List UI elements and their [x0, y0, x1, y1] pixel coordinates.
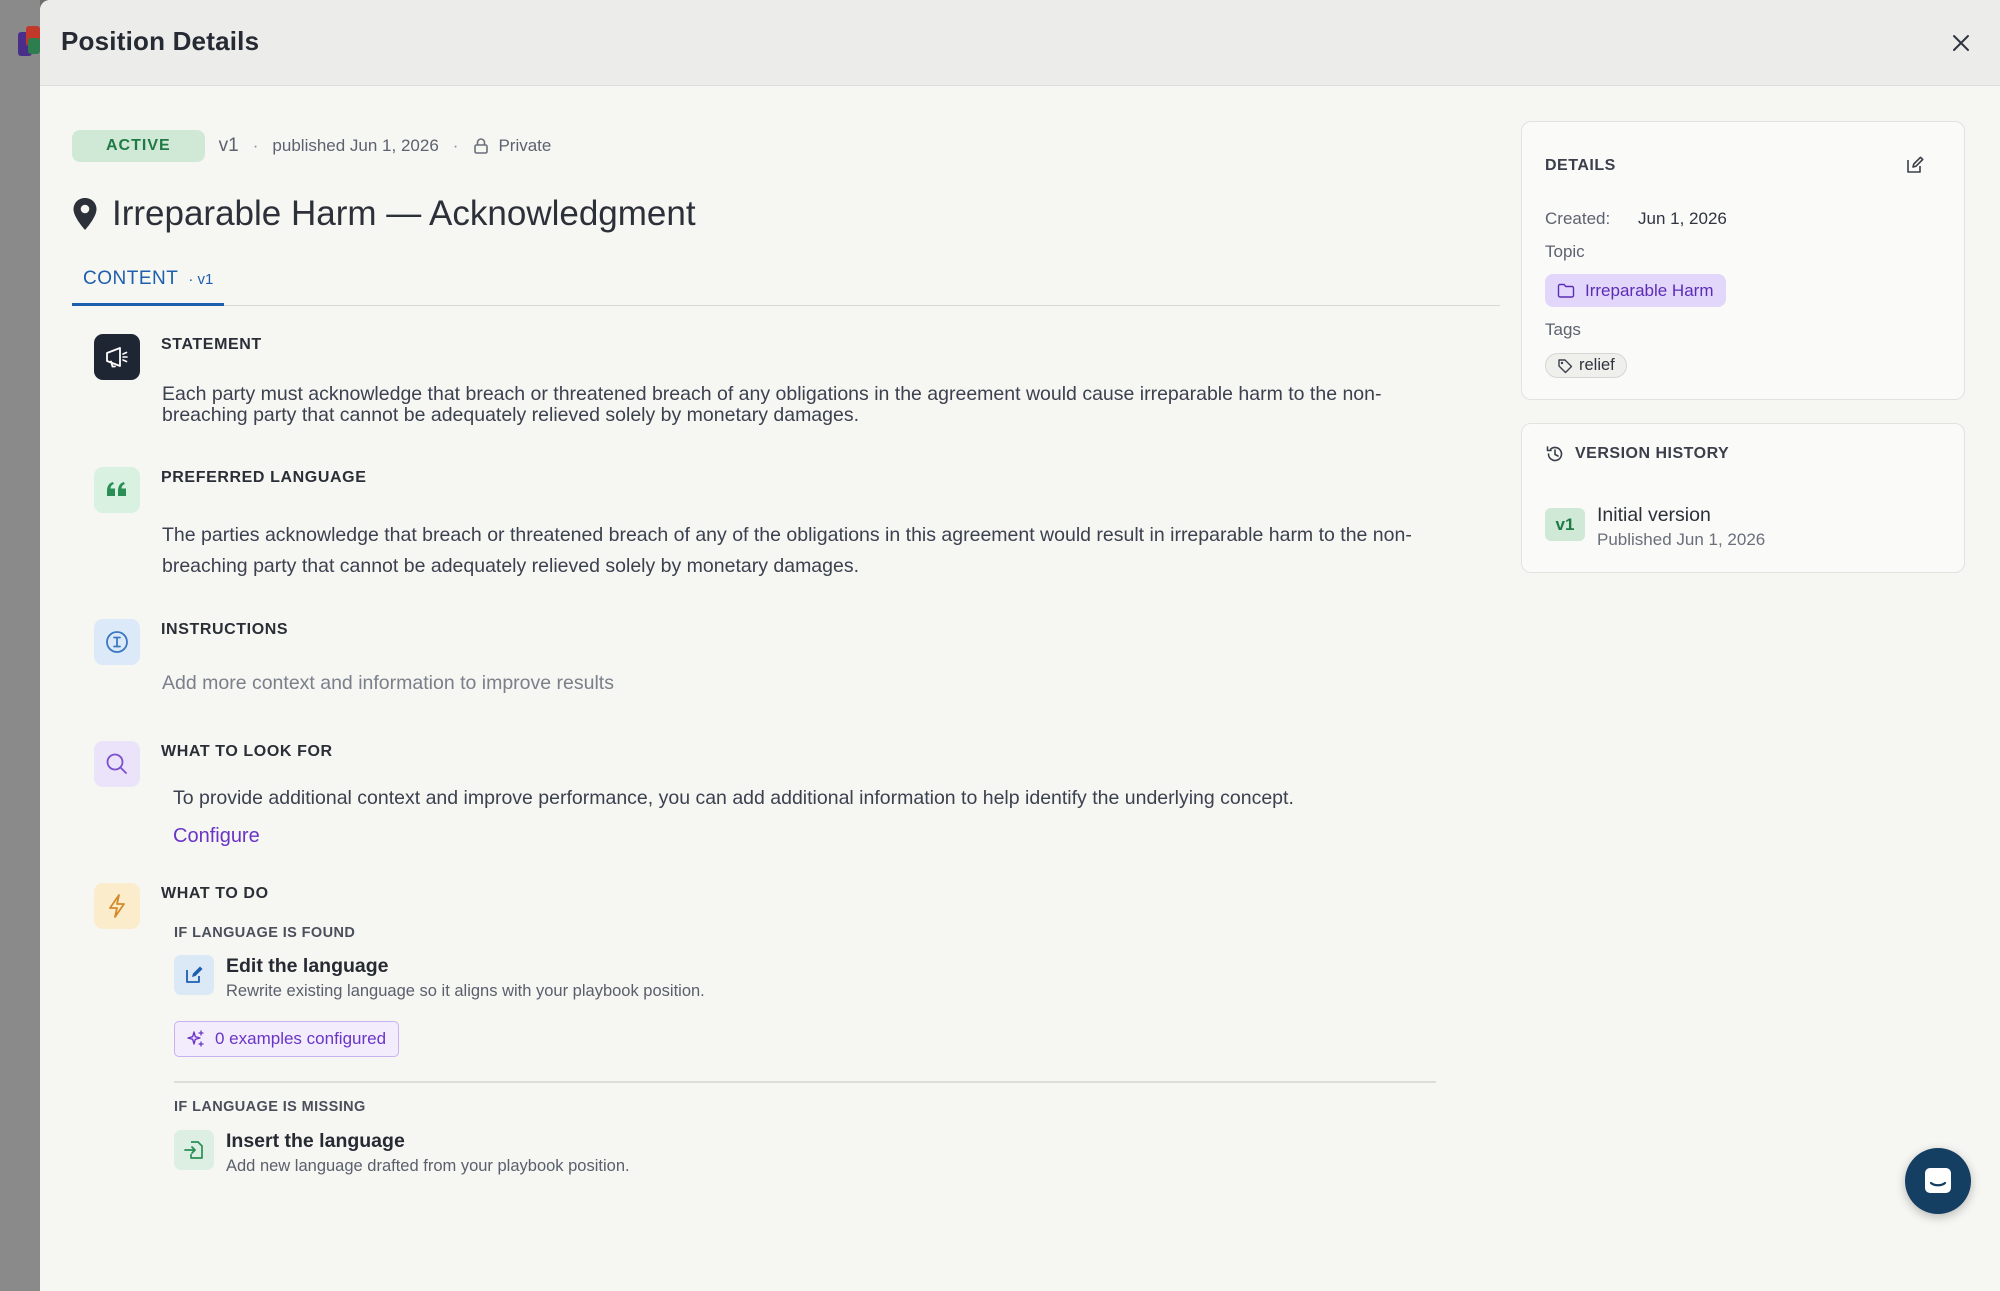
if-found-label: IF LANGUAGE IS FOUND — [174, 925, 356, 941]
megaphone-icon — [94, 334, 140, 380]
insert-language-title: Insert the language — [226, 1130, 405, 1152]
chat-icon — [1925, 1168, 1951, 1193]
edit-language-title: Edit the language — [226, 955, 389, 977]
what-to-look-for-section: WHAT TO LOOK FOR To provide additional c… — [94, 741, 1494, 851]
version-title: Initial version — [1597, 504, 1711, 526]
meta-row: ACTIVE v1 · published Jun 1, 2026 · Priv… — [72, 130, 551, 162]
app-logo-icon — [18, 26, 40, 58]
chat-support-button[interactable] — [1905, 1148, 1971, 1214]
topic-chip[interactable]: Irreparable Harm — [1545, 274, 1726, 307]
position-details-modal: Position Details ACTIVE v1 · published J… — [40, 0, 2000, 1291]
insert-icon — [174, 1130, 214, 1170]
version-history-header: VERSION HISTORY — [1545, 444, 1729, 464]
published-date: published Jun 1, 2026 — [272, 136, 439, 155]
tag-icon — [1558, 358, 1573, 373]
modal-header: Position Details — [40, 0, 2000, 86]
preferred-language-section: PREFERRED LANGUAGE The parties acknowled… — [94, 467, 1494, 577]
preferred-language-text: The parties acknowledge that breach or t… — [162, 524, 1412, 578]
pencil-square-icon — [1907, 156, 1924, 173]
details-heading: DETAILS — [1545, 157, 1616, 174]
position-title: Irreparable Harm — Acknowledgment — [72, 194, 696, 234]
examples-configured-button[interactable]: 0 examples configured — [174, 1021, 400, 1057]
edit-language-action[interactable]: Edit the language Rewrite existing langu… — [174, 955, 705, 1001]
lock-icon — [474, 138, 489, 154]
tab-content-version: · v1 — [188, 271, 214, 288]
version-history-heading: VERSION HISTORY — [1575, 445, 1730, 462]
history-icon — [1546, 446, 1563, 462]
modal-title: Position Details — [61, 26, 260, 56]
preferred-language-title: PREFERRED LANGUAGE — [161, 469, 367, 486]
visibility-label: Private — [498, 136, 552, 155]
what-to-do-title: WHAT TO DO — [161, 885, 269, 902]
created-label: Created: — [1545, 209, 1611, 228]
background-app-sidebar — [0, 0, 40, 1291]
instructions-section: INSTRUCTIONS Add more context and inform… — [94, 619, 1494, 709]
edit-details-button[interactable] — [1902, 152, 1928, 178]
what-to-look-for-title: WHAT TO LOOK FOR — [161, 743, 333, 760]
version-subtitle: Published Jun 1, 2026 — [1597, 530, 1766, 549]
what-to-look-for-text: To provide additional context and improv… — [173, 787, 1294, 809]
visibility-indicator: Private — [472, 136, 551, 156]
tab-content-label: CONTENT — [83, 268, 179, 289]
map-pin-icon — [73, 198, 97, 230]
topic-label: Topic — [1545, 242, 1585, 261]
topic-value: Irreparable Harm — [1585, 280, 1714, 300]
quote-icon — [94, 467, 140, 513]
created-value: Jun 1, 2026 — [1638, 209, 1727, 228]
info-icon — [94, 619, 140, 665]
insert-language-description: Add new language drafted from your playb… — [226, 1157, 630, 1175]
version-history-item[interactable]: v1 Initial version Published Jun 1, 2026 — [1545, 504, 1765, 550]
search-icon — [94, 741, 140, 787]
what-to-do-section: WHAT TO DO IF LANGUAGE IS FOUND Edit the… — [94, 883, 1494, 1283]
tab-content[interactable]: CONTENT · v1 — [72, 268, 225, 306]
edit-icon — [174, 955, 214, 995]
configure-link[interactable]: Configure — [173, 825, 260, 848]
tag-chip[interactable]: relief — [1545, 353, 1627, 378]
edit-language-description: Rewrite existing language so it aligns w… — [226, 982, 705, 1000]
statement-title: STATEMENT — [161, 336, 262, 353]
version-history-card: VERSION HISTORY v1 Initial version Publi… — [1521, 423, 1965, 573]
meta-separator: · — [252, 136, 259, 155]
folder-icon — [1557, 283, 1575, 298]
version-badge: v1 — [1545, 508, 1585, 541]
tags-label: Tags — [1545, 320, 1581, 339]
tab-bar: CONTENT · v1 — [72, 268, 1500, 306]
instructions-title: INSTRUCTIONS — [161, 621, 289, 638]
section-divider — [174, 1081, 1436, 1083]
position-title-text: Irreparable Harm — Acknowledgment — [112, 194, 696, 233]
instructions-input[interactable]: Add more context and information to impr… — [162, 672, 1452, 695]
status-badge: ACTIVE — [72, 130, 205, 162]
version-label: v1 — [218, 135, 239, 156]
close-button[interactable] — [1944, 26, 1978, 60]
close-icon — [1953, 35, 1969, 51]
examples-configured-label: 0 examples configured — [215, 1029, 387, 1048]
details-card: DETAILS Created: Jun 1, 2026 Topic Irrep… — [1521, 121, 1965, 400]
tag-value: relief — [1579, 356, 1615, 374]
lightning-icon — [94, 883, 140, 929]
meta-separator: · — [452, 136, 459, 155]
sparkle-icon — [187, 1030, 204, 1047]
statement-text: Each party must acknowledge that breach … — [162, 383, 1382, 427]
if-missing-label: IF LANGUAGE IS MISSING — [174, 1099, 366, 1115]
main-content: ACTIVE v1 · published Jun 1, 2026 · Priv… — [40, 86, 1500, 1291]
statement-section: STATEMENT Each party must acknowledge th… — [94, 334, 1494, 434]
insert-language-action[interactable]: Insert the language Add new language dra… — [174, 1130, 630, 1176]
